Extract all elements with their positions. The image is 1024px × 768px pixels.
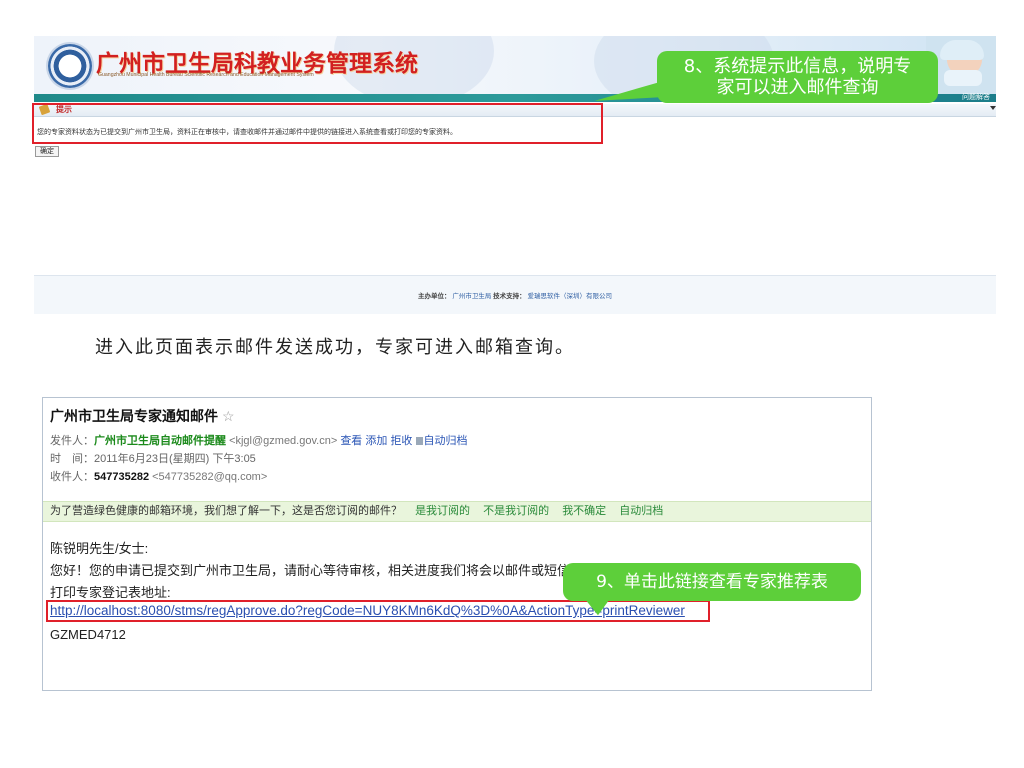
app-footer: 主办单位： 广州市卫生局 技术支持： 爱瑞思软件（深圳）有限公司	[34, 275, 996, 314]
document-caption: 进入此页面表示邮件发送成功，专家可进入邮箱查询。	[95, 337, 575, 358]
from-address: <kjgl@gzmed.gov.cn>	[229, 435, 338, 447]
feedback-archive-link[interactable]: 自动归档	[619, 505, 663, 517]
subscription-feedback-bar: 为了营造绿色健康的邮箱环境，我们想了解一下，这是否您订阅的邮件？ 是我订阅的 不…	[43, 501, 871, 522]
view-sender-link[interactable]: 查看	[340, 435, 362, 447]
email-subject: 广州市卫生局专家通知邮件 ☆	[50, 406, 235, 426]
email-to-line: 收件人：547735282 <547735282@qq.com>	[50, 468, 267, 484]
feedback-question: 为了营造绿色健康的邮箱环境，我们想了解一下，这是否您订阅的邮件？	[50, 505, 402, 517]
footer-host-value: 广州市卫生局	[452, 293, 492, 300]
nurse-cap	[940, 40, 984, 60]
callout-step-8: 8、系统提示此信息，说明专 家可以进入邮件查询	[657, 51, 938, 103]
from-label: 发件人：	[50, 435, 94, 447]
time-label: 时 间：	[50, 453, 94, 465]
archive-icon	[415, 437, 423, 445]
time-value: 2011年6月23日(星期四) 下午3:05	[94, 453, 256, 465]
email-greeting: 陈锐明先生/女士:	[50, 541, 149, 556]
email-body-text: 您好！您的申请已提交到广州市卫生局，请耐心等待审核，相关进度我们将会以邮件或短信…	[50, 563, 610, 578]
collapse-arrow-icon[interactable]	[990, 106, 996, 110]
footer-support-label: 技术支持：	[493, 293, 526, 300]
callout-text: 家可以进入邮件查询	[716, 77, 879, 98]
footer-support-value: 爱瑞思软件（深圳）有限公司	[527, 293, 612, 300]
feedback-unsure-link[interactable]: 我不确定	[562, 505, 606, 517]
to-address: <547735282@qq.com>	[152, 471, 268, 483]
email-subject-text: 广州市卫生局专家通知邮件	[50, 408, 218, 424]
email-time-line: 时 间：2011年6月23日(星期四) 下午3:05	[50, 450, 256, 466]
email-from-line: 发件人：广州市卫生局自动邮件提醒 <kjgl@gzmed.gov.cn> 查看 …	[50, 432, 468, 448]
health-bureau-logo	[48, 44, 92, 88]
app-subtitle: Guangzhou Municipal Health Bureau Scient…	[98, 72, 314, 78]
from-name[interactable]: 广州市卫生局自动邮件提醒	[94, 435, 226, 447]
add-contact-link[interactable]: 添加	[365, 435, 387, 447]
feedback-subscribed-link[interactable]: 是我订阅的	[415, 505, 470, 517]
star-icon[interactable]: ☆	[222, 408, 235, 424]
to-label: 收件人：	[50, 471, 94, 483]
nurse-mask	[944, 70, 982, 86]
highlight-box	[32, 103, 603, 144]
to-name[interactable]: 547735282	[94, 471, 149, 483]
callout-step-9: 9、单击此链接查看专家推荐表	[563, 563, 861, 601]
nav-link-faq[interactable]: 问题解答	[962, 94, 990, 102]
confirm-button[interactable]: 确定	[35, 146, 59, 157]
reject-sender-link[interactable]: 拒收	[390, 435, 412, 447]
callout-text: 8、系统提示此信息，说明专	[683, 56, 912, 77]
footer-text: 主办单位： 广州市卫生局 技术支持： 爱瑞思软件（深圳）有限公司	[34, 290, 996, 300]
footer-host-label: 主办单位：	[418, 293, 451, 300]
feedback-not-subscribed-link[interactable]: 不是我订阅的	[483, 505, 549, 517]
print-address-label: 打印专家登记表地址:	[50, 585, 171, 600]
reference-code: GZMED4712	[50, 627, 126, 642]
email-panel: 广州市卫生局专家通知邮件 ☆ 发件人：广州市卫生局自动邮件提醒 <kjgl@gzm…	[42, 397, 872, 691]
auto-archive-link[interactable]: 自动归档	[424, 435, 468, 447]
